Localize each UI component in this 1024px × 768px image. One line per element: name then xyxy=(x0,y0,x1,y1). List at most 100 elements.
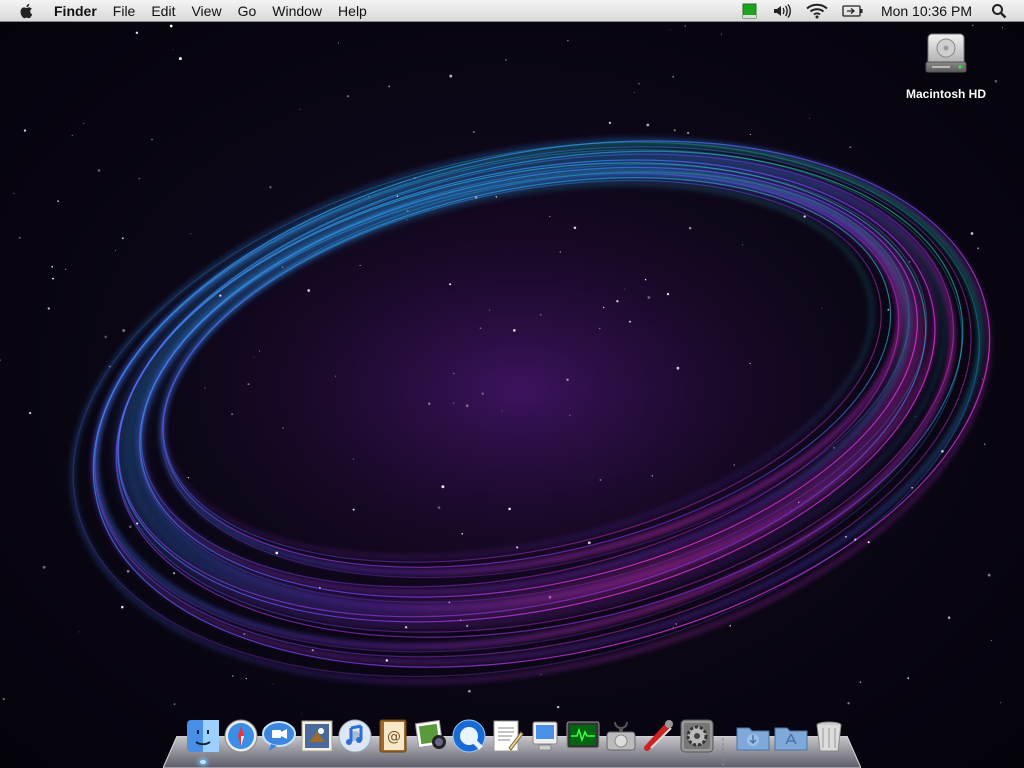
star xyxy=(847,702,850,705)
star xyxy=(675,623,677,625)
star xyxy=(512,329,516,332)
star xyxy=(428,402,431,405)
star xyxy=(749,133,751,136)
star xyxy=(172,49,174,51)
svg-text:@: @ xyxy=(387,729,401,745)
star xyxy=(122,329,126,332)
battery-icon[interactable] xyxy=(842,4,864,18)
star xyxy=(253,356,255,358)
star xyxy=(299,108,301,110)
star xyxy=(516,546,519,549)
menu-go[interactable]: Go xyxy=(230,0,265,22)
macintosh-hd-desktop-item[interactable]: Macintosh HD xyxy=(898,30,994,101)
volume-icon[interactable] xyxy=(772,3,792,19)
star xyxy=(651,475,653,477)
star xyxy=(972,24,974,27)
star xyxy=(138,177,141,180)
menu-clock[interactable]: Mon 10:36 PM xyxy=(881,3,972,19)
star xyxy=(18,236,21,239)
star xyxy=(78,631,80,633)
iphoto-icon[interactable] xyxy=(413,718,449,754)
star xyxy=(684,25,686,27)
star xyxy=(243,633,246,635)
star xyxy=(338,42,339,44)
star xyxy=(404,626,408,629)
star xyxy=(994,79,998,83)
star xyxy=(441,485,445,489)
menu-window[interactable]: Window xyxy=(264,0,330,22)
quicktime-icon[interactable] xyxy=(451,718,487,754)
textedit-icon[interactable] xyxy=(489,718,525,754)
star xyxy=(495,196,498,198)
dock: @ xyxy=(163,718,861,768)
star xyxy=(468,689,471,693)
star xyxy=(13,192,15,194)
star xyxy=(676,366,680,370)
apple-menu-icon[interactable] xyxy=(18,2,36,20)
star xyxy=(259,350,261,352)
app-menu-finder[interactable]: Finder xyxy=(46,0,105,22)
star xyxy=(406,219,408,221)
menu-file[interactable]: File xyxy=(105,0,144,22)
battery-level-icon[interactable] xyxy=(742,3,758,19)
star xyxy=(629,320,631,323)
disk-utility-icon[interactable] xyxy=(603,718,639,754)
star xyxy=(301,712,302,714)
star xyxy=(472,131,475,133)
star xyxy=(673,129,676,132)
star xyxy=(587,541,591,545)
spotlight-icon[interactable] xyxy=(991,3,1007,19)
star xyxy=(859,681,862,684)
star xyxy=(573,226,577,230)
star xyxy=(178,57,182,61)
wifi-icon[interactable] xyxy=(806,3,828,19)
star xyxy=(644,278,647,281)
star xyxy=(907,677,910,679)
star xyxy=(352,458,354,460)
star xyxy=(646,123,650,127)
star xyxy=(346,95,350,98)
ichat-icon[interactable] xyxy=(261,718,297,754)
star xyxy=(449,74,453,78)
star xyxy=(466,624,469,627)
address-book-icon[interactable]: @ xyxy=(375,718,411,754)
star xyxy=(741,244,743,246)
activity-monitor-icon[interactable] xyxy=(565,718,601,754)
menu-help[interactable]: Help xyxy=(330,0,375,22)
menu-edit[interactable]: Edit xyxy=(143,0,183,22)
star xyxy=(42,565,46,569)
star xyxy=(272,683,274,685)
star xyxy=(83,122,85,124)
star xyxy=(844,535,847,538)
star xyxy=(548,595,552,599)
system-profiler-icon[interactable] xyxy=(527,718,563,754)
star xyxy=(318,586,321,589)
itunes-icon[interactable] xyxy=(337,718,373,754)
star xyxy=(121,237,124,240)
mail-icon[interactable] xyxy=(299,718,335,754)
star xyxy=(311,649,314,652)
star xyxy=(867,541,870,544)
star xyxy=(232,675,234,677)
running-indicator xyxy=(200,760,206,764)
menu-bar: Finder File Edit View Go Window Help Mon… xyxy=(0,0,1024,22)
system-preferences-icon[interactable] xyxy=(679,718,715,754)
star xyxy=(204,387,206,389)
star xyxy=(599,479,602,481)
safari-icon[interactable] xyxy=(223,718,259,754)
star xyxy=(548,215,551,218)
utilities-icon[interactable] xyxy=(641,718,677,754)
star xyxy=(406,209,409,212)
star xyxy=(2,698,5,701)
star xyxy=(453,402,455,404)
applications-stack-icon[interactable] xyxy=(773,718,809,754)
star xyxy=(413,177,416,179)
star xyxy=(190,233,192,235)
trash-icon[interactable] xyxy=(811,718,847,754)
finder-icon[interactable] xyxy=(185,718,221,764)
star xyxy=(634,92,635,94)
menu-view[interactable]: View xyxy=(183,0,229,22)
star xyxy=(481,392,484,395)
downloads-stack-icon[interactable] xyxy=(735,718,771,754)
desktop[interactable]: Finder File Edit View Go Window Help Mon… xyxy=(0,0,1024,768)
